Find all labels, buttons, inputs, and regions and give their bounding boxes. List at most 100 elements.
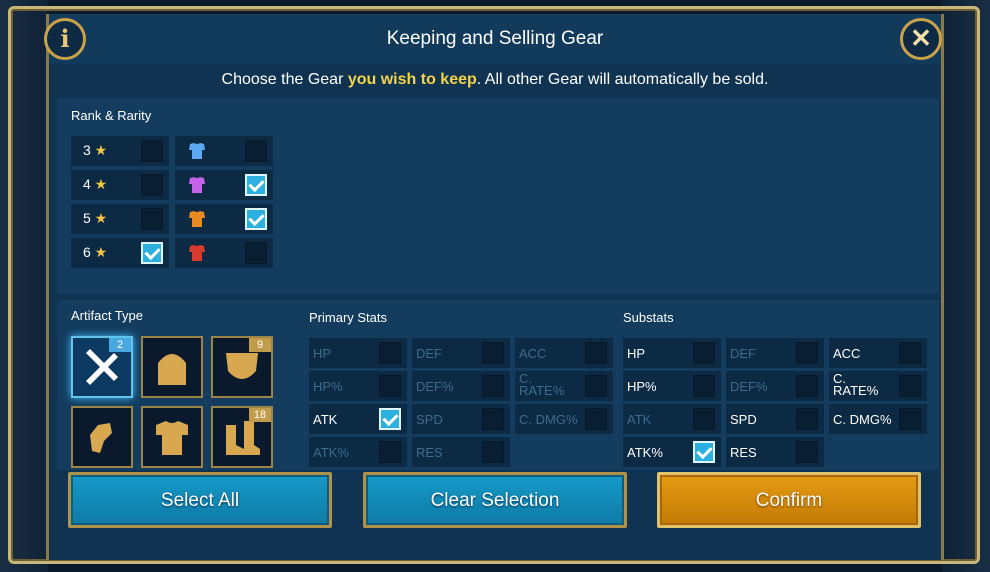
stat-checkbox[interactable] [693, 375, 715, 397]
rarity-checkbox[interactable] [245, 140, 267, 162]
orange-chestplate-icon [189, 211, 205, 227]
red-chestplate-icon [189, 245, 205, 261]
select-all-button[interactable]: Select All [68, 472, 332, 528]
rank-rarity-section: Rank & Rarity 3 ★ 4 ★ 5 ★ 6 ★ [57, 98, 939, 294]
stat-name: ACC [519, 346, 547, 361]
rank-number: 6 [83, 244, 91, 260]
stat-option: DEF [726, 338, 824, 368]
star-icon: ★ [90, 176, 108, 192]
rank-number: 3 [83, 142, 91, 158]
artifact-tile[interactable] [141, 406, 203, 468]
stat-name: ATK [627, 412, 652, 427]
rank-row[interactable]: 4 ★ [71, 170, 169, 200]
rank-row[interactable]: 3 ★ [71, 136, 169, 166]
stat-checkbox[interactable] [796, 441, 818, 463]
clear-selection-button[interactable]: Clear Selection [363, 472, 627, 528]
substats-label: Substats [623, 310, 674, 325]
stat-option[interactable]: SPD [726, 404, 824, 434]
rarity-row[interactable] [175, 238, 273, 268]
stat-name: DEF% [730, 379, 768, 394]
stat-option[interactable]: HP [623, 338, 721, 368]
stat-checkbox [693, 408, 715, 430]
stat-option: ATK [623, 404, 721, 434]
stat-name: C. RATE% [833, 371, 879, 398]
stat-checkbox [482, 375, 504, 397]
rank-label: 5 ★ [83, 210, 107, 227]
stat-option: RES [412, 437, 510, 467]
star-icon: ★ [90, 142, 108, 158]
rarity-checkbox[interactable] [245, 242, 267, 264]
artifact-type-label: Artifact Type [71, 308, 144, 323]
subtitle-text-end: . All other Gear will automatically be s… [476, 71, 769, 88]
stat-name: HP% [627, 379, 657, 394]
stat-name: DEF% [416, 379, 454, 394]
stat-name: C. RATE% [519, 371, 565, 398]
confirm-button[interactable]: Confirm [657, 472, 921, 528]
stat-name: DEF [730, 346, 756, 361]
stat-option: SPD [412, 404, 510, 434]
star-icon: ★ [90, 244, 108, 260]
rarity-row[interactable] [175, 136, 273, 166]
stat-name: ATK% [627, 445, 663, 460]
rarity-checkbox[interactable] [245, 174, 267, 196]
star-icon: ★ [90, 210, 108, 226]
count-badge: 9 [249, 338, 271, 352]
rarity-checkbox[interactable] [245, 208, 267, 230]
rank-checkbox[interactable] [141, 242, 163, 264]
chestplate-icon [156, 421, 188, 455]
stat-option[interactable]: ATK% [623, 437, 721, 467]
stat-option: HP% [309, 371, 407, 401]
stat-option[interactable]: C. DMG% [829, 404, 927, 434]
rank-checkbox[interactable] [141, 208, 163, 230]
stat-option: C. DMG% [515, 404, 613, 434]
rank-row[interactable]: 6 ★ [71, 238, 169, 268]
rank-checkbox[interactable] [141, 174, 163, 196]
stat-option[interactable]: ATK [309, 404, 407, 434]
stat-checkbox[interactable] [899, 342, 921, 364]
dialog-subtitle: Choose the Gear you wish to keep. All ot… [49, 71, 941, 89]
rarity-row[interactable] [175, 170, 273, 200]
artifact-tile[interactable]: 18 [211, 406, 273, 468]
artifact-tile[interactable]: 2 [71, 336, 133, 398]
stat-checkbox [379, 441, 401, 463]
stat-name: ATK% [313, 445, 349, 460]
stat-checkbox[interactable] [693, 441, 715, 463]
subtitle-highlight: you wish to keep [347, 71, 477, 88]
rarity-row[interactable] [175, 204, 273, 234]
stat-option[interactable]: C. RATE% [829, 371, 927, 401]
stat-name: SPD [416, 412, 443, 427]
rank-row[interactable]: 5 ★ [71, 204, 169, 234]
stat-name: SPD [730, 412, 757, 427]
stat-option[interactable]: RES [726, 437, 824, 467]
stat-name: ATK [313, 412, 338, 427]
stat-checkbox[interactable] [899, 408, 921, 430]
filters-section: Artifact Type 2 9 18 Primary Stats HP DEF AC… [57, 300, 939, 470]
rank-checkbox[interactable] [141, 140, 163, 162]
rank-number: 5 [83, 210, 91, 226]
helmet-icon [158, 354, 186, 385]
stat-name: DEF [416, 346, 442, 361]
stat-option: DEF% [412, 371, 510, 401]
stat-name: C. DMG% [519, 412, 578, 427]
stat-checkbox[interactable] [796, 408, 818, 430]
stat-checkbox[interactable] [693, 342, 715, 364]
close-button[interactable]: ✕ [900, 18, 942, 60]
purple-chestplate-icon [189, 177, 205, 193]
stat-option[interactable]: HP% [623, 371, 721, 401]
stat-checkbox[interactable] [379, 408, 401, 430]
count-badge: 2 [109, 338, 131, 352]
info-button[interactable]: i [44, 18, 86, 60]
stat-option: ATK% [309, 437, 407, 467]
artifact-tile[interactable] [141, 336, 203, 398]
stat-checkbox [482, 342, 504, 364]
stat-name: C. DMG% [833, 412, 892, 427]
rank-label: 3 ★ [83, 142, 107, 159]
stat-option: C. RATE% [515, 371, 613, 401]
stat-checkbox [379, 342, 401, 364]
artifact-tile[interactable] [71, 406, 133, 468]
subtitle-text-start: Choose the Gear [221, 71, 348, 88]
stat-option: ACC [515, 338, 613, 368]
artifact-tile[interactable]: 9 [211, 336, 273, 398]
stat-option[interactable]: ACC [829, 338, 927, 368]
stat-checkbox[interactable] [899, 375, 921, 397]
